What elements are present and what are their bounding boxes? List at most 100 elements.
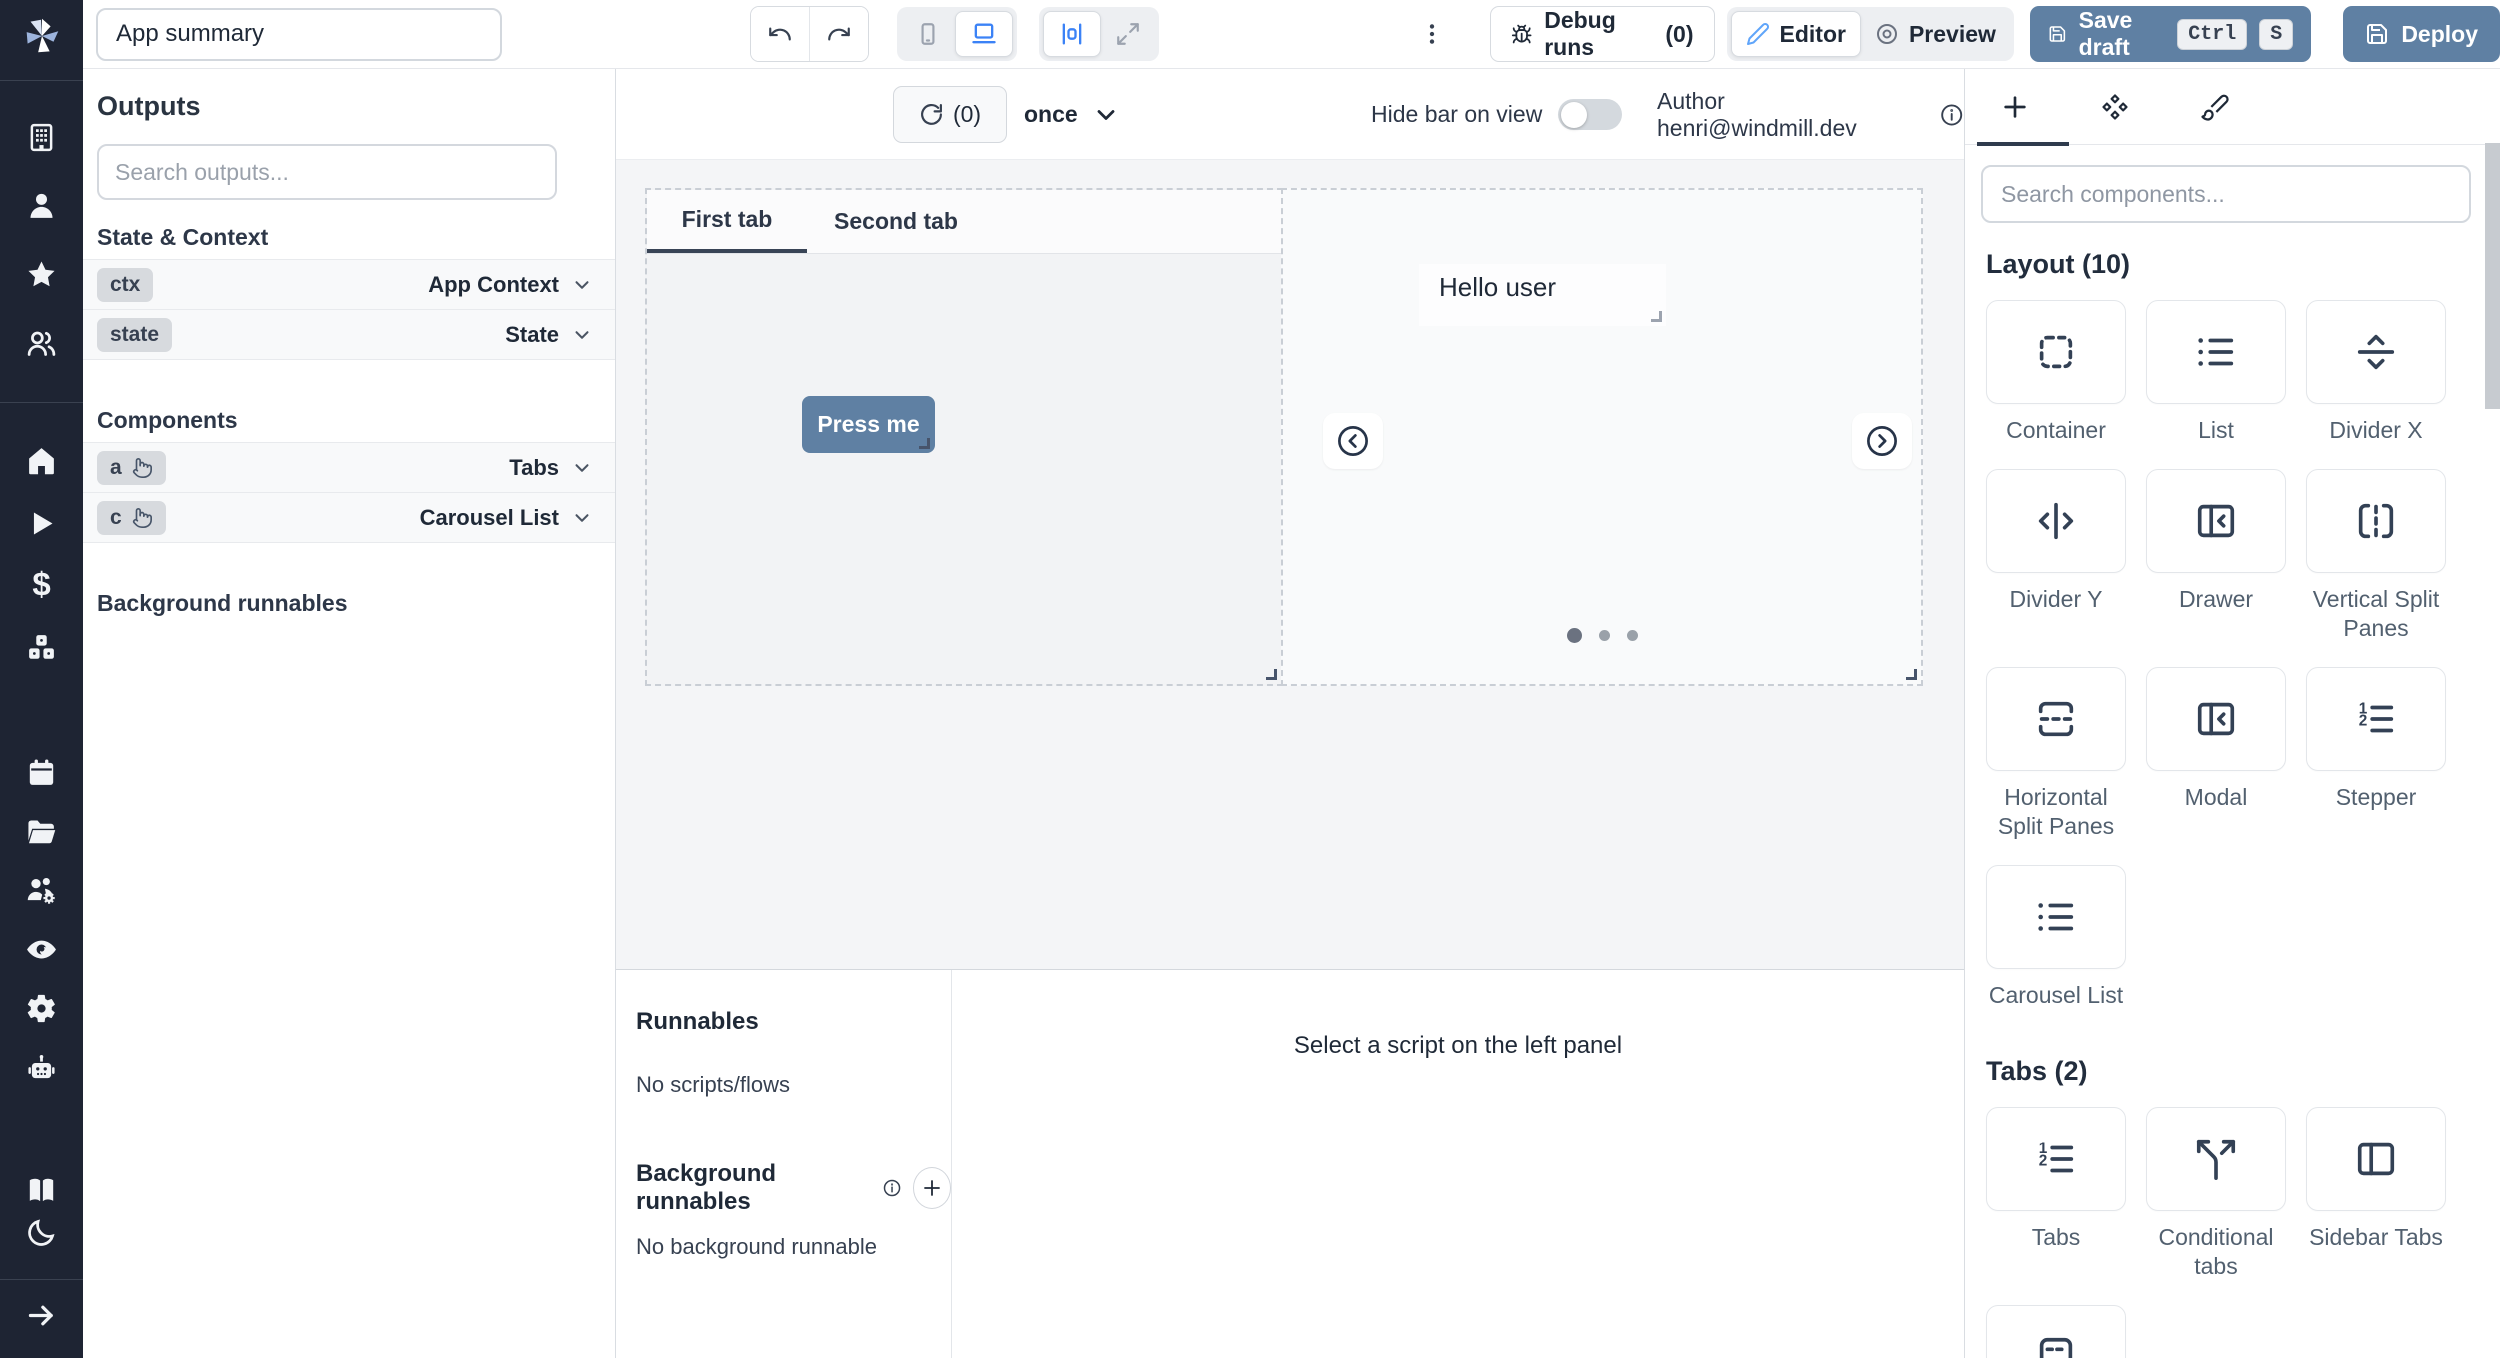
tab-settings-components[interactable] <box>2065 69 2165 144</box>
mobile-view-button[interactable] <box>901 11 955 57</box>
component-card-carousel-list[interactable] <box>1986 865 2126 969</box>
add-background-runnable-button[interactable] <box>913 1167 951 1209</box>
users-gear-icon[interactable] <box>0 870 83 910</box>
arrow-right-icon[interactable] <box>0 1295 83 1335</box>
output-row-component-a[interactable]: a Tabs <box>83 442 615 493</box>
component-label: Vertical Split Panes <box>2306 585 2446 643</box>
resize-handle[interactable] <box>1906 669 1917 680</box>
chevron-down-icon[interactable] <box>571 324 593 346</box>
component-card-divider-x[interactable] <box>2306 300 2446 404</box>
paintbrush-icon <box>2200 92 2230 122</box>
app-summary-input[interactable] <box>96 8 502 61</box>
tab-add-component[interactable] <box>1965 69 2065 144</box>
hide-bar-toggle[interactable] <box>1558 99 1622 130</box>
info-icon[interactable] <box>882 1177 902 1199</box>
windmill-logo[interactable] <box>0 10 83 62</box>
save-draft-button[interactable]: Save draft Ctrl S <box>2030 6 2311 62</box>
component-card-horizontal-split-panes[interactable] <box>1986 667 2126 771</box>
output-row-state[interactable]: state State <box>83 309 615 360</box>
refresh-button[interactable]: (0) <box>893 86 1007 143</box>
calendar-icon[interactable] <box>0 752 83 792</box>
star-icon[interactable] <box>0 254 83 294</box>
folder-icon[interactable] <box>0 811 83 851</box>
center-layout-button[interactable] <box>1043 11 1101 57</box>
tabs-component[interactable]: First tab Second tab Press me <box>645 188 1283 686</box>
tab-theme-brush[interactable] <box>2165 69 2265 144</box>
refresh-mode-select[interactable]: once <box>1024 86 1120 143</box>
desktop-view-button[interactable] <box>955 11 1013 57</box>
scrollbar-thumb[interactable] <box>2485 143 2500 409</box>
tab-first[interactable]: First tab <box>647 190 807 253</box>
resize-handle[interactable] <box>1266 669 1277 680</box>
search-components-input[interactable] <box>1981 165 2471 223</box>
moon-icon[interactable] <box>0 1212 83 1252</box>
tab-second[interactable]: Second tab <box>807 190 985 253</box>
component-card-vertical-split-panes[interactable] <box>2306 469 2446 573</box>
dollar-icon[interactable]: $ <box>0 564 83 604</box>
carousel-prev-button[interactable] <box>1323 413 1383 469</box>
component-label: Carousel List <box>1989 981 2123 1010</box>
runnable-detail-pane: Select a script on the left panel <box>952 970 1964 1358</box>
component-card-conditional-tabs[interactable] <box>2146 1107 2286 1211</box>
component-card-divider-y[interactable] <box>1986 469 2126 573</box>
search-outputs-input[interactable] <box>97 144 557 200</box>
preview-tab[interactable]: Preview <box>1861 11 2010 57</box>
horizontal-split-icon <box>2033 696 2079 742</box>
gear-icon[interactable] <box>0 988 83 1028</box>
component-label: Container <box>2006 416 2106 445</box>
play-icon[interactable] <box>0 503 83 543</box>
output-row-ctx[interactable]: ctx App Context <box>83 259 615 310</box>
info-icon[interactable] <box>1939 102 1964 128</box>
press-me-button[interactable]: Press me <box>802 396 935 453</box>
chevron-down-icon[interactable] <box>571 457 593 479</box>
book-icon[interactable] <box>0 1170 83 1210</box>
carousel-dot-2[interactable] <box>1599 630 1610 641</box>
resize-handle[interactable] <box>919 438 930 449</box>
component-card-drawer[interactable] <box>2146 469 2286 573</box>
component-card-sidebar-tabs[interactable] <box>2306 1107 2446 1211</box>
component-card-container[interactable] <box>1986 300 2126 404</box>
output-row-component-c[interactable]: c Carousel List <box>83 492 615 543</box>
redo-button[interactable] <box>809 7 868 61</box>
state-type-label: State <box>505 322 559 348</box>
eye-icon[interactable] <box>0 929 83 969</box>
divider-x-icon <box>2353 329 2399 375</box>
component-grid: ContainerListDivider XDivider YDrawerVer… <box>1986 300 2500 1010</box>
component-item-carousel-list: Carousel List <box>1986 865 2126 1010</box>
users-icon[interactable] <box>0 323 83 363</box>
robot-icon[interactable] <box>0 1048 83 1088</box>
component-item-stepper: 12Stepper <box>2306 667 2446 841</box>
chevron-down-icon[interactable] <box>571 507 593 529</box>
components-panel: Layout (10)ContainerListDivider XDivider… <box>1964 69 2500 1358</box>
carousel-dot-3[interactable] <box>1627 630 1638 641</box>
text-component[interactable]: Hello user <box>1419 264 1666 326</box>
more-menu-button[interactable] <box>1414 21 1450 47</box>
carousel-dots <box>1283 628 1921 643</box>
rail-divider <box>0 1279 83 1280</box>
component-card-partial[interactable] <box>1986 1305 2126 1358</box>
runnables-title: Runnables <box>636 1008 951 1036</box>
carousel-next-button[interactable] <box>1852 413 1912 469</box>
home-icon[interactable] <box>0 440 83 480</box>
person-icon[interactable] <box>0 185 83 225</box>
editor-tab[interactable]: Editor <box>1731 11 1861 57</box>
component-card-list[interactable] <box>2146 300 2286 404</box>
debug-runs-button[interactable]: Debug runs (0) <box>1490 6 1715 62</box>
runnables-empty-text: No scripts/flows <box>636 1072 951 1098</box>
ctx-badge: ctx <box>97 268 153 302</box>
fullscreen-button[interactable] <box>1101 11 1155 57</box>
component-card-modal[interactable] <box>2146 667 2286 771</box>
debug-runs-label: Debug runs <box>1544 7 1653 61</box>
carousel-component[interactable]: Hello user <box>1281 188 1923 686</box>
deploy-button[interactable]: Deploy <box>2343 6 2500 62</box>
building-icon[interactable] <box>0 117 83 157</box>
deploy-label: Deploy <box>2401 21 2478 48</box>
undo-button[interactable] <box>751 7 810 61</box>
resize-handle[interactable] <box>1651 311 1662 322</box>
component-card-stepper[interactable]: 12 <box>2306 667 2446 771</box>
component-label: Divider X <box>2329 416 2422 445</box>
component-card-tabs[interactable]: 12 <box>1986 1107 2126 1211</box>
carousel-dot-1[interactable] <box>1567 628 1582 643</box>
chevron-down-icon[interactable] <box>571 274 593 296</box>
boxes-icon[interactable] <box>0 627 83 667</box>
